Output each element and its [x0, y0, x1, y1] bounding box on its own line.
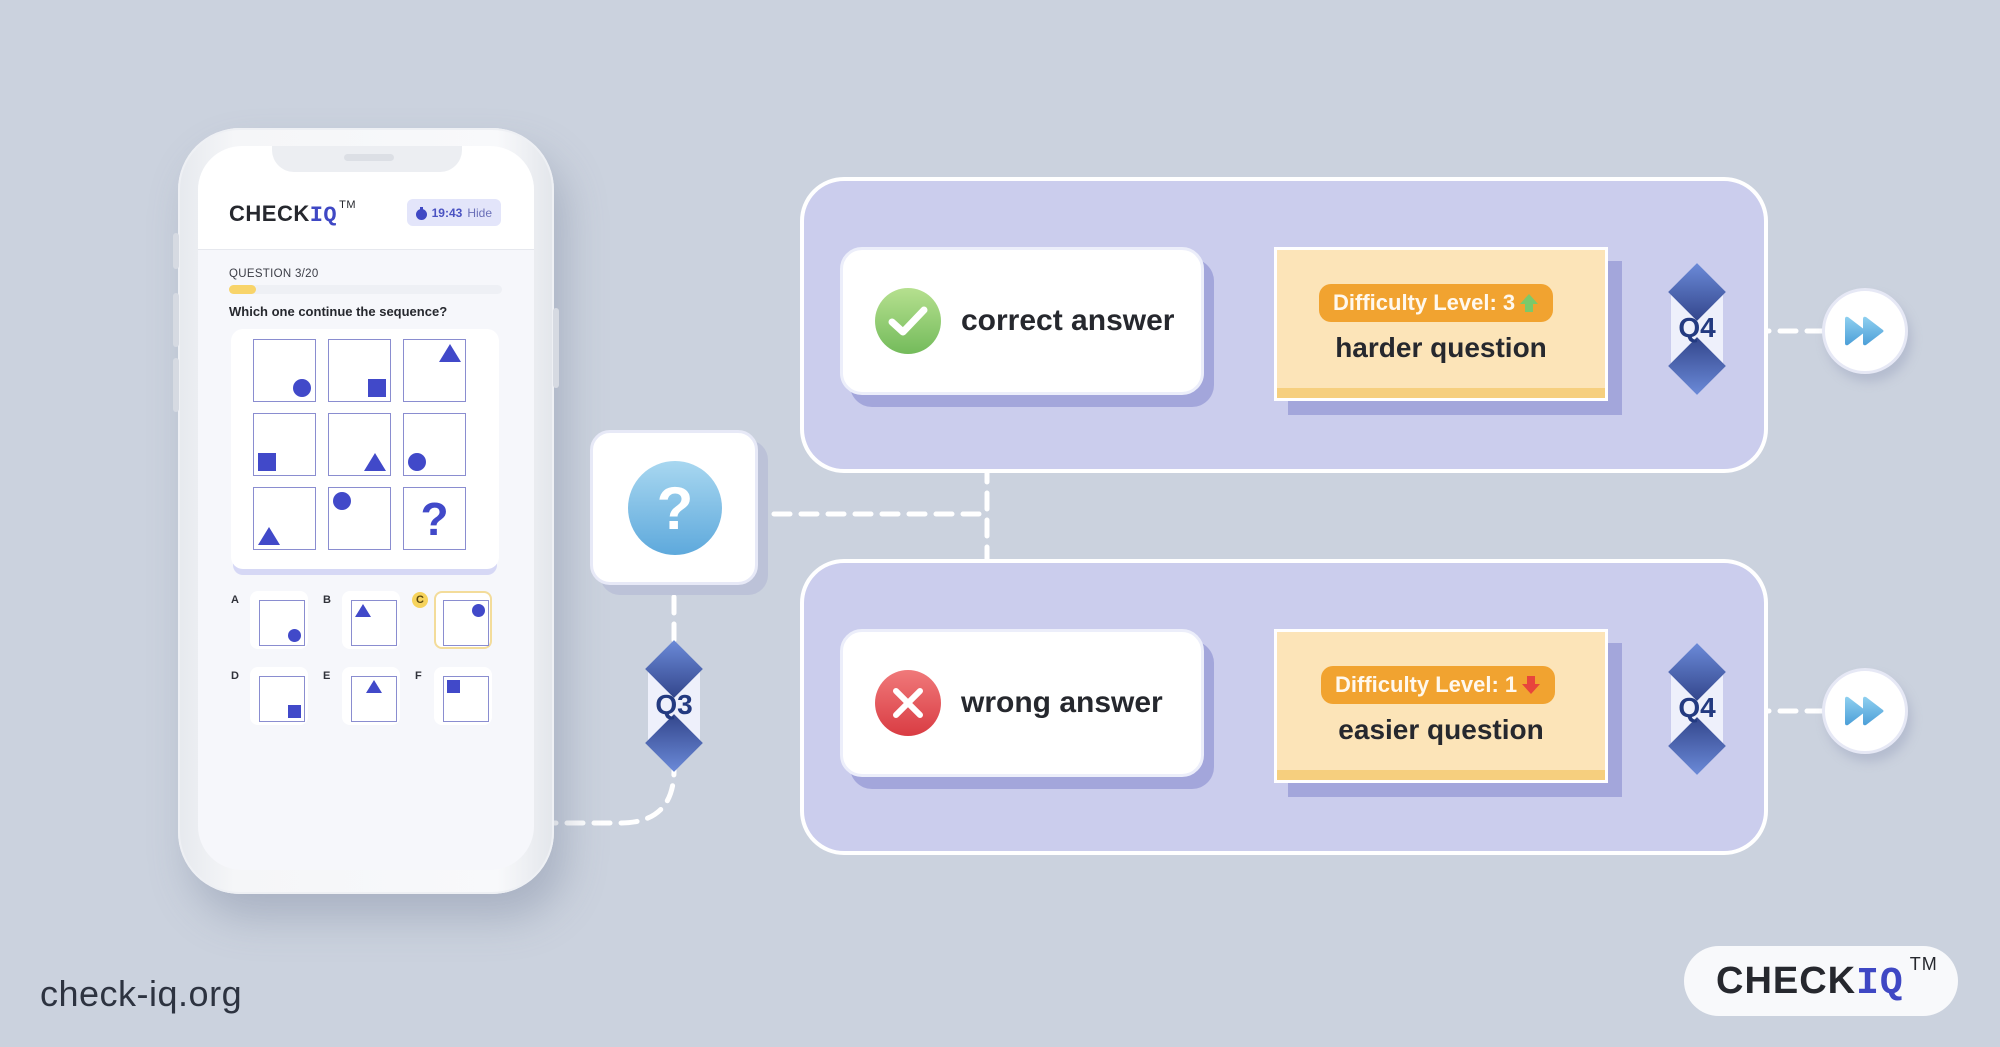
next-question-label: harder question: [1335, 332, 1547, 363]
question-text: Which one continue the sequence?: [229, 304, 448, 319]
phone-power-button: [553, 308, 559, 388]
speaker: [344, 154, 394, 161]
matrix-cell: [403, 413, 466, 476]
next-question-label: easier question: [1338, 714, 1544, 745]
answer-label: correct answer: [961, 304, 1175, 337]
matrix-cell: [253, 487, 316, 550]
triangle-shape: [258, 527, 280, 545]
branch-wrong-panel: wrong answer Difficulty Level: 1 easier …: [800, 559, 1768, 855]
answer-option-f[interactable]: [434, 667, 492, 725]
option-letter: A: [231, 594, 239, 606]
question-tag-label: Q4: [1678, 692, 1716, 723]
phone-screen: CHECKIQ TM 19:43 Hide QUESTION 3/20 Which…: [198, 146, 534, 870]
question-counter: QUESTION 3/20: [229, 268, 319, 280]
answer-option-a[interactable]: [250, 591, 308, 649]
phone-notch: [272, 146, 462, 172]
answer-option-e[interactable]: [342, 667, 400, 725]
arrow-down-icon: [1522, 676, 1541, 694]
puzzle-matrix: ?: [231, 329, 499, 569]
correct-answer-card: correct answer: [840, 247, 1204, 395]
website-url[interactable]: check-iq.org: [40, 973, 242, 1015]
option-letter: B: [323, 594, 331, 606]
brand-badge: CHECKIQ TM: [1684, 946, 1958, 1016]
square-shape: [368, 379, 386, 397]
circle-shape: [333, 492, 351, 510]
question-mark-icon: ?: [628, 461, 722, 555]
wrong-answer-card: wrong answer: [840, 629, 1204, 777]
stopwatch-icon: [415, 206, 427, 220]
progress-bar: [229, 285, 502, 294]
question-tag-label: Q3: [655, 689, 693, 720]
matrix-cell: [253, 413, 316, 476]
circle-shape: [288, 629, 301, 642]
question-tag-q4-harder: Q4: [1668, 260, 1726, 398]
triangle-shape: [355, 604, 371, 617]
triangle-shape: [364, 453, 386, 471]
matrix-cell: [253, 339, 316, 402]
answer-option-d[interactable]: [250, 667, 308, 725]
current-question-node: ?: [590, 430, 758, 585]
option-letter: F: [415, 670, 422, 682]
circle-shape: [293, 379, 311, 397]
phone-side-button: [173, 233, 179, 269]
answer-option-b[interactable]: [342, 591, 400, 649]
check-icon: [875, 288, 941, 354]
difficulty-card-easier: Difficulty Level: 1 easier question: [1274, 629, 1608, 783]
circle-shape: [472, 604, 485, 617]
progress-fill: [229, 285, 257, 294]
cross-icon: [875, 670, 941, 736]
question-tag-label: Q4: [1678, 312, 1716, 343]
square-shape: [258, 453, 276, 471]
square-shape: [288, 705, 301, 718]
difficulty-badge: Difficulty Level: 3: [1319, 284, 1554, 322]
option-letter: C: [412, 592, 428, 608]
brand-logo: CHECKIQ TM: [229, 199, 357, 228]
answer-label: wrong answer: [961, 686, 1163, 719]
option-letter: D: [231, 670, 239, 682]
phone-side-button: [173, 293, 179, 347]
circle-shape: [408, 453, 426, 471]
difficulty-card-harder: Difficulty Level: 3 harder question: [1274, 247, 1608, 401]
fast-forward-icon: [1845, 316, 1884, 346]
triangle-shape: [366, 680, 382, 693]
phone-side-button: [173, 358, 179, 412]
phone-mockup: CHECKIQ TM 19:43 Hide QUESTION 3/20 Which…: [173, 128, 559, 894]
timer-value: 19:43: [431, 205, 463, 220]
question-tag-q4-easier: Q4: [1668, 640, 1726, 778]
matrix-cell: [328, 487, 391, 550]
matrix-cell: [328, 339, 391, 402]
answer-option-c[interactable]: [434, 591, 492, 649]
brand-logo: CHECKIQ TM: [1716, 954, 1938, 1005]
fast-forward-icon: [1845, 696, 1884, 726]
timer-badge[interactable]: 19:43 Hide: [406, 199, 501, 226]
hide-timer-link[interactable]: Hide: [467, 206, 492, 220]
question-tag-q3: Q3: [645, 637, 703, 775]
square-shape: [447, 680, 460, 693]
next-question-button[interactable]: [1822, 668, 1908, 754]
next-question-button[interactable]: [1822, 288, 1908, 374]
triangle-shape: [439, 344, 461, 362]
difficulty-badge: Difficulty Level: 1: [1321, 666, 1556, 704]
matrix-cell: ?: [403, 487, 466, 550]
missing-cell-question-mark: ?: [420, 492, 449, 545]
arrow-up-icon: [1520, 294, 1539, 312]
branch-correct-panel: correct answer Difficulty Level: 3 harde…: [800, 177, 1768, 473]
option-letter: E: [323, 670, 331, 682]
matrix-cell: [328, 413, 391, 476]
matrix-cell: [403, 339, 466, 402]
